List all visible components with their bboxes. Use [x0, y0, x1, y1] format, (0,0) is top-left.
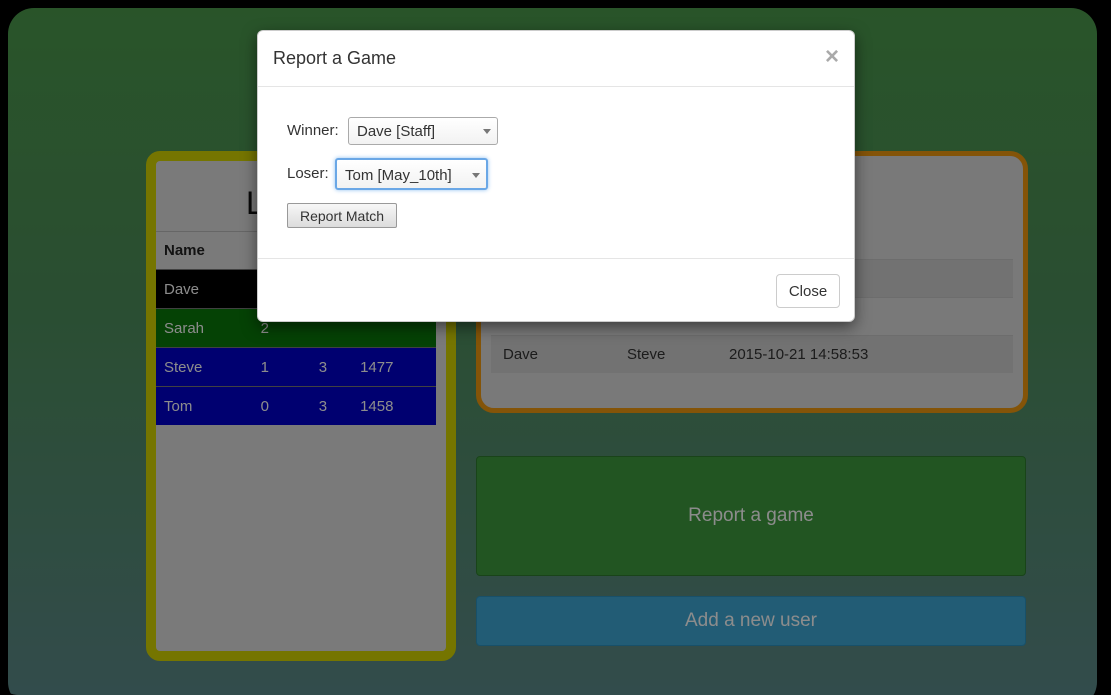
winner-label: Winner: [287, 122, 339, 139]
modal-title: Report a Game [273, 48, 397, 68]
chevron-down-icon [472, 173, 480, 178]
winner-select-value: Dave [Staff] [357, 123, 436, 140]
loser-label: Loser: [287, 165, 329, 182]
report-match-button[interactable]: Report Match [287, 203, 397, 228]
app-window: L Name Wi Dave 4 Sarah 2 Steve [0, 0, 1111, 695]
close-button[interactable]: Close [776, 274, 840, 308]
chevron-down-icon [483, 129, 491, 134]
loser-select[interactable]: Tom [May_10th] [335, 158, 488, 190]
modal-header: Report a Game × [258, 31, 854, 87]
close-icon[interactable]: × [825, 43, 839, 71]
modal-body: Winner: Dave [Staff] Loser: Tom [May_10t… [258, 87, 854, 259]
loser-select-value: Tom [May_10th] [345, 167, 452, 184]
winner-select[interactable]: Dave [Staff] [348, 117, 498, 145]
report-game-modal: Report a Game × Winner: Dave [Staff] Los… [257, 30, 855, 322]
